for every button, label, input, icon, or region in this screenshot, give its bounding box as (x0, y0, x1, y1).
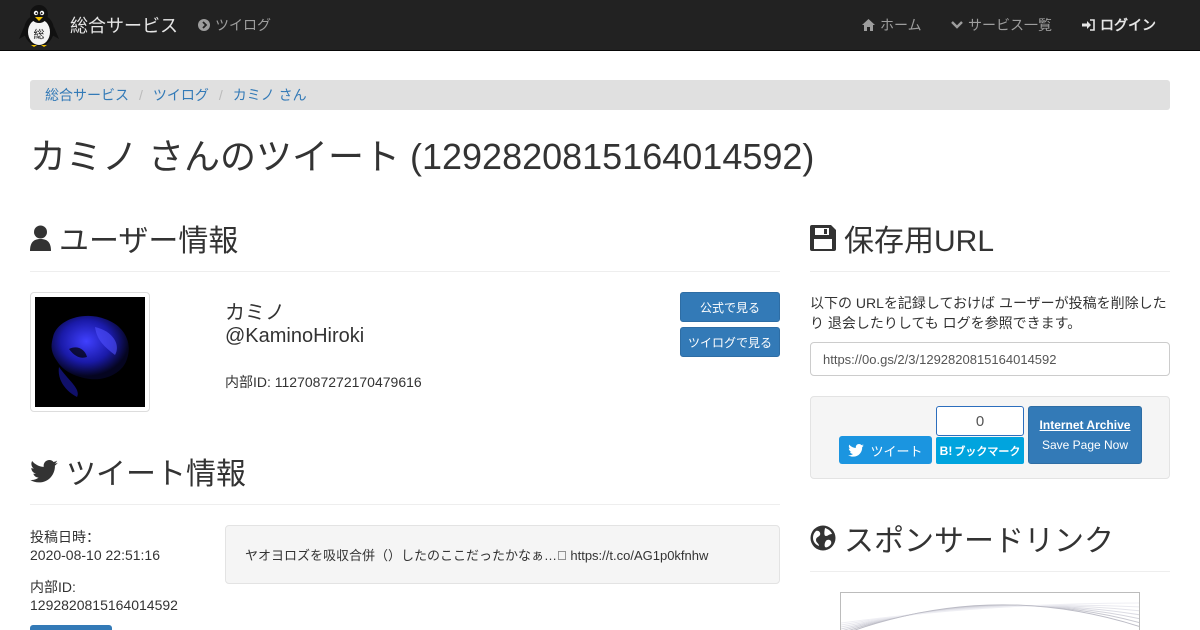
hatena-b-icon: B! (939, 443, 953, 458)
nav-services-link[interactable]: サービス一覧 (951, 0, 1052, 50)
tweet-text: ヤオヨロズを吸収合併（）したのここだったかなぁ…􏿾 https://t.co/A… (225, 525, 780, 584)
tweet-share-label: ツイート (870, 443, 923, 459)
tweet-id-value: 1292820815164014592 (30, 597, 178, 613)
brand-text: 総合サービス (70, 16, 178, 36)
hatena-bookmark-label: ブックマーク (954, 445, 1021, 458)
svg-text:総: 総 (34, 27, 45, 41)
user-info-heading: ユーザー情報 (30, 216, 238, 260)
divider (810, 271, 1170, 272)
view-twilog-button[interactable]: ツイログで見る (680, 327, 780, 357)
breadcrumb-item[interactable]: ツイログ (153, 85, 209, 105)
archive-url-heading: 保存用URL (810, 216, 994, 260)
user-info-heading-text: ユーザー情報 (59, 225, 239, 258)
posted-at-value: 2020-08-10 22:51:16 (30, 547, 160, 563)
divider (30, 271, 780, 272)
nav-twilog-label: ツイログ (215, 17, 271, 33)
floppy-disk-icon (810, 225, 836, 251)
hatena-bookmark-button[interactable]: B! ブックマーク (936, 437, 1024, 464)
sponsored-ad[interactable] (840, 592, 1140, 630)
user-name: カミノ (225, 302, 285, 324)
user-icon (30, 225, 51, 251)
nav-twilog-link[interactable]: ツイログ (198, 0, 271, 50)
internet-archive-title: Internet Archive (1039, 418, 1131, 432)
user-internal-id: 内部ID: 1127087272170479616 (225, 374, 422, 390)
ad-pattern-icon (841, 602, 1139, 630)
breadcrumb-item[interactable]: カミノ さん (233, 85, 307, 105)
archive-description: 以下の URLを記録しておけば ユーザーが投稿を削除したり 退会したりしても ロ… (810, 295, 1167, 331)
page-title: カミノ さんのツイート (1292820815164014592) (30, 136, 815, 177)
archive-url-heading-text: 保存用URL (844, 225, 995, 258)
sign-in-icon (1082, 19, 1095, 31)
penguin-logo-icon: 総 (19, 5, 59, 47)
internet-archive-subtitle: Save Page Now (1041, 438, 1129, 452)
breadcrumb: 総合サービス / ツイログ / カミノ さん (30, 80, 1170, 110)
user-handle: @KaminoHiroki (225, 325, 365, 347)
chevron-circle-right-icon (198, 19, 210, 31)
tweet-action-button[interactable] (30, 625, 112, 630)
share-panel: ツイート 0 B! ブックマーク Internet Archive Save P… (810, 396, 1170, 479)
view-official-button[interactable]: 公式で見る (680, 292, 780, 322)
archive-url-field[interactable]: https://0o.gs/2/3/1292820815164014592 (810, 342, 1170, 376)
nav-services-label: サービス一覧 (968, 17, 1052, 33)
tweet-info-heading: ツイート情報 (30, 449, 246, 493)
divider (810, 571, 1170, 572)
nav-home-link[interactable]: ホーム (862, 0, 922, 50)
sponsor-heading-text: スポンサードリンク (844, 525, 1114, 558)
tweet-id-label: 内部ID: (30, 579, 76, 595)
nav-login-link[interactable]: ログイン (1082, 0, 1156, 50)
home-icon (862, 19, 875, 31)
tweet-info-heading-text: ツイート情報 (66, 458, 246, 491)
sponsor-heading: スポンサードリンク (810, 516, 1114, 560)
chevron-down-icon (951, 20, 963, 30)
internet-archive-button[interactable]: Internet Archive Save Page Now (1028, 406, 1142, 464)
nav-login-label: ログイン (1100, 17, 1156, 33)
avatar[interactable] (30, 292, 150, 412)
divider (30, 504, 780, 505)
twitter-icon (848, 443, 865, 457)
breadcrumb-item[interactable]: 総合サービス (45, 85, 129, 105)
posted-at-label: 投稿日時： (30, 529, 100, 545)
hatena-bookmark-count: 0 (936, 406, 1024, 436)
brand-link[interactable]: 総 総合サービス (18, 2, 178, 48)
tweet-share-button[interactable]: ツイート (839, 436, 932, 464)
avatar-image (35, 297, 145, 407)
globe-icon (810, 525, 836, 551)
navbar: 総 総合サービス ツイログ ホーム サービス一覧 ログイン (0, 0, 1200, 51)
nav-home-label: ホーム (880, 17, 922, 33)
twitter-icon (30, 459, 58, 483)
